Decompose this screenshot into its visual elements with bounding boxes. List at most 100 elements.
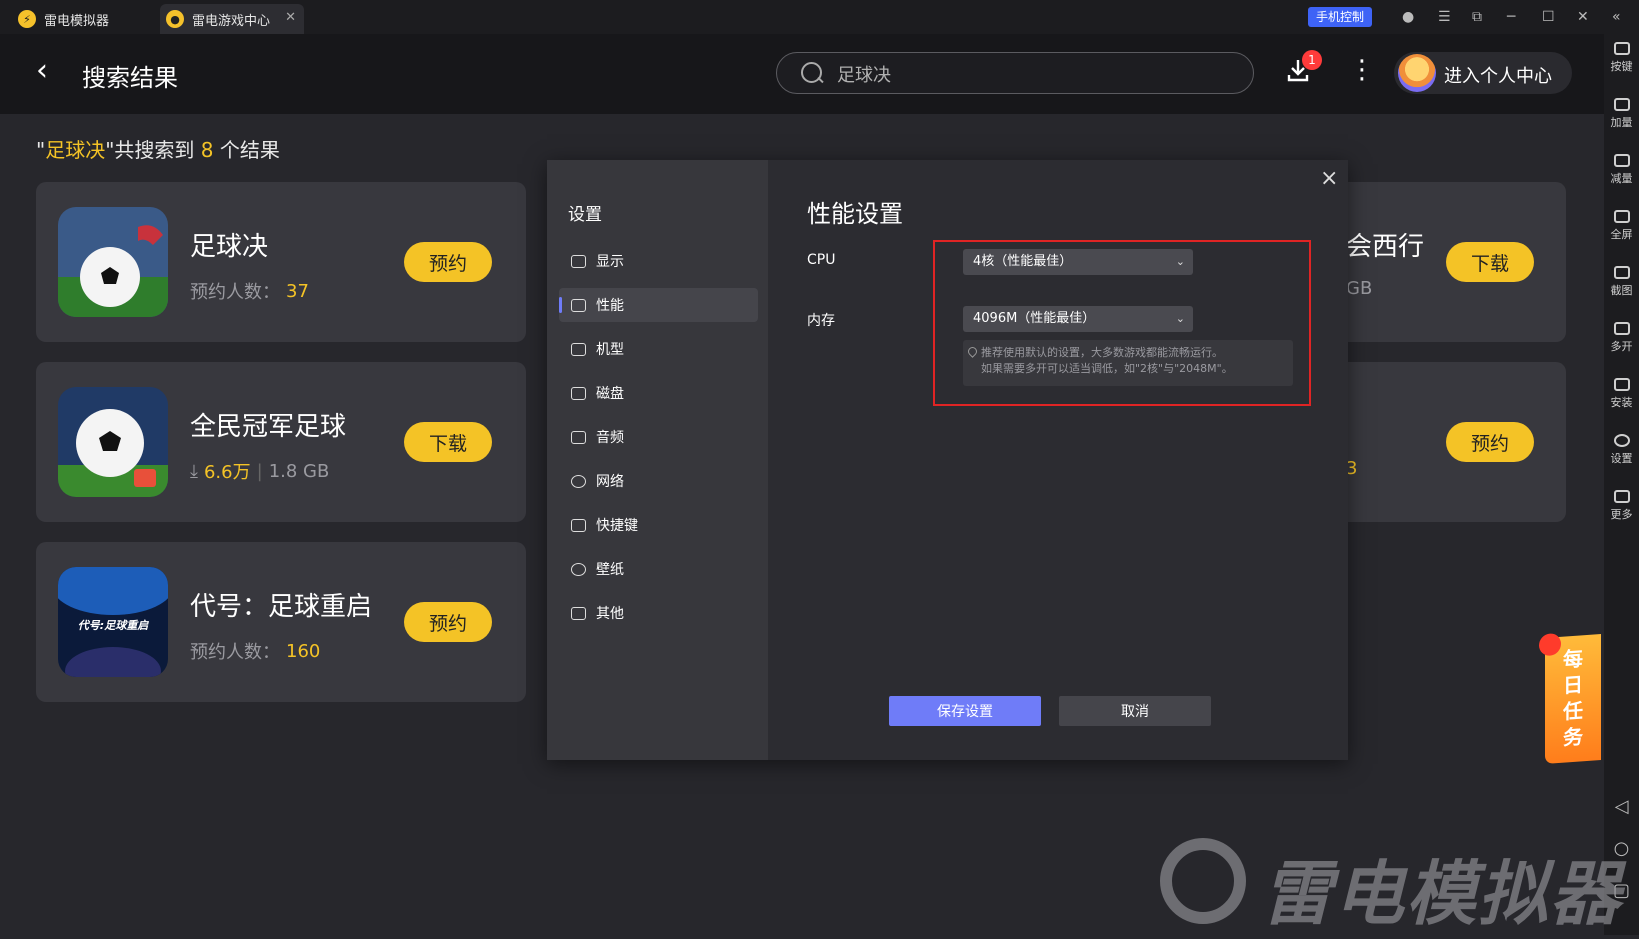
menu-icon[interactable]: ☰: [1438, 8, 1451, 26]
page-title: 搜索结果: [82, 64, 178, 92]
notification-dot: [1539, 632, 1561, 657]
settings-heading: 性能设置: [807, 200, 903, 228]
header: ‹ 搜索结果 1 ⋮ 进入个人中心: [0, 34, 1604, 114]
monitor-icon: [571, 254, 586, 268]
toolbar-screenshot[interactable]: 截图: [1604, 266, 1639, 298]
game-name: 代号：足球重启: [190, 592, 373, 622]
avatar: [1398, 54, 1436, 92]
game-meta: ⤓ 6.6万 | 1.8 GB: [190, 460, 330, 484]
more-options-icon[interactable]: ⋮: [1349, 56, 1375, 84]
toolbar-more[interactable]: 更多: [1604, 490, 1639, 522]
palette-icon: [571, 562, 586, 576]
gear-icon: [1613, 434, 1630, 447]
reserve-button[interactable]: 预约: [404, 242, 492, 282]
restore-icon[interactable]: ⧉: [1472, 8, 1482, 26]
settings-nav-wallpaper[interactable]: 壁纸: [559, 552, 758, 586]
settings-nav-other[interactable]: 其他: [559, 596, 758, 630]
multi-instance-icon: [1613, 322, 1630, 335]
result-card[interactable]: 全民冠军足球 ⤓ 6.6万 | 1.8 GB 下载: [36, 362, 526, 522]
title-bar: ⚡ 雷电模拟器 ● 雷电游戏中心 ✕ 手机控制 ● ☰ ⧉ ─ ☐ ✕ «: [0, 0, 1639, 34]
result-card[interactable]: 代号:足球重启 代号：足球重启 预约人数： 160 预约: [36, 542, 526, 702]
close-tab-icon[interactable]: ✕: [285, 10, 296, 25]
folder-icon: [571, 342, 586, 356]
apk-icon: [1613, 378, 1630, 391]
scissors-icon: [1613, 266, 1630, 279]
toolbar-fullscreen[interactable]: 全屏: [1604, 210, 1639, 242]
game-icon: [58, 207, 168, 317]
tab-label: 雷电模拟器: [44, 13, 110, 29]
result-card[interactable]: 3 预约: [1320, 362, 1566, 522]
back-arrow-icon[interactable]: ‹: [36, 56, 48, 86]
settings-nav-model[interactable]: 机型: [559, 332, 758, 366]
summary-count: 8: [200, 138, 214, 162]
back-nav-icon[interactable]: ◁: [1604, 796, 1639, 817]
cpu-select[interactable]: 4核（性能最佳） ⌄: [963, 249, 1193, 275]
game-name: 足球决: [190, 232, 269, 262]
grid-icon: [571, 606, 586, 620]
download-button[interactable]: 下载: [1446, 242, 1534, 282]
memory-label: 内存: [807, 313, 835, 329]
tab-emulator[interactable]: ⚡ 雷电模拟器: [12, 4, 157, 34]
right-toolbar: 按键 加量 减量 全屏 截图 多开 安装 设置 更多 ◁ ○ ▢: [1604, 34, 1639, 935]
watermark-text: 雷电模拟器: [1262, 853, 1622, 935]
save-settings-button[interactable]: 保存设置: [889, 696, 1041, 726]
settings-dialog: 设置 显示 性能 机型 磁盘 音频 网络 快捷键 壁纸 其他 × 性能设置 CP…: [547, 160, 1348, 760]
settings-nav-display[interactable]: 显示: [559, 244, 758, 278]
settings-nav-audio[interactable]: 音频: [559, 420, 758, 454]
performance-icon: [571, 298, 586, 312]
profile-button[interactable]: 进入个人中心: [1394, 52, 1572, 94]
settings-nav-shortcuts[interactable]: 快捷键: [559, 508, 758, 542]
result-card[interactable]: 足球决 预约人数： 37 预约: [36, 182, 526, 342]
reserve-button[interactable]: 预约: [1446, 422, 1534, 462]
toolbar-install[interactable]: 安装: [1604, 378, 1639, 410]
keyboard-icon: [571, 518, 586, 532]
search-icon: [801, 62, 822, 83]
memory-select[interactable]: 4096M（性能最佳） ⌄: [963, 306, 1193, 332]
gamepad-icon: [571, 430, 586, 444]
emulator-logo-icon: ⚡: [18, 10, 36, 28]
download-count-badge: 1: [1302, 50, 1322, 70]
settings-nav-performance[interactable]: 性能: [559, 288, 758, 322]
reserve-button[interactable]: 预约: [404, 602, 492, 642]
daily-task-button[interactable]: 每日任务: [1539, 632, 1601, 764]
globe-icon: [571, 474, 586, 488]
summary-query: 足球决: [45, 138, 106, 162]
result-summary: "足球决"共搜索到 8 个结果: [36, 138, 280, 162]
close-window-icon[interactable]: ✕: [1577, 8, 1589, 26]
toolbar-multi-instance[interactable]: 多开: [1604, 322, 1639, 354]
location-pin-icon: [966, 345, 979, 358]
search-input[interactable]: [835, 61, 1219, 87]
settings-nav-network[interactable]: 网络: [559, 464, 758, 498]
daily-task-label: 每日任务: [1563, 646, 1583, 750]
gamepad-icon: ●: [166, 10, 184, 28]
game-icon: [58, 387, 168, 497]
search-box[interactable]: [776, 52, 1254, 94]
keyboard-icon: [1613, 42, 1630, 55]
more-icon: [1613, 490, 1630, 503]
download-button[interactable]: 下载: [404, 422, 492, 462]
tab-game-center[interactable]: ● 雷电游戏中心 ✕: [160, 4, 304, 34]
result-card[interactable]: 会西行 GB 下载: [1320, 182, 1566, 342]
cpu-label: CPU: [807, 252, 836, 268]
settings-nav-disk[interactable]: 磁盘: [559, 376, 758, 410]
tab-label: 雷电游戏中心: [192, 13, 271, 29]
toolbar-volume-up[interactable]: 加量: [1604, 98, 1639, 130]
avatar-small-icon[interactable]: ●: [1402, 8, 1414, 26]
watermark-logo: [1160, 838, 1246, 924]
toolbar-volume-down[interactable]: 减量: [1604, 154, 1639, 186]
phone-control-button[interactable]: 手机控制: [1308, 7, 1373, 27]
maximize-icon[interactable]: ☐: [1542, 8, 1555, 26]
profile-label: 进入个人中心: [1444, 66, 1552, 87]
chevron-down-icon: ⌄: [1175, 255, 1185, 268]
close-dialog-icon[interactable]: ×: [1320, 166, 1338, 191]
volume-up-icon: [1613, 98, 1630, 111]
cancel-button[interactable]: 取消: [1059, 696, 1211, 726]
toolbar-keymap[interactable]: 按键: [1604, 42, 1639, 74]
chevron-down-icon: ⌄: [1175, 312, 1185, 325]
toolbar-settings[interactable]: 设置: [1604, 434, 1639, 466]
volume-down-icon: [1613, 154, 1630, 167]
svg-text:代号:足球重启: 代号:足球重启: [78, 619, 149, 632]
minimize-icon[interactable]: ─: [1507, 8, 1515, 26]
collapse-sidebar-icon[interactable]: «: [1612, 8, 1621, 26]
download-count-icon: ⤓: [190, 460, 198, 482]
